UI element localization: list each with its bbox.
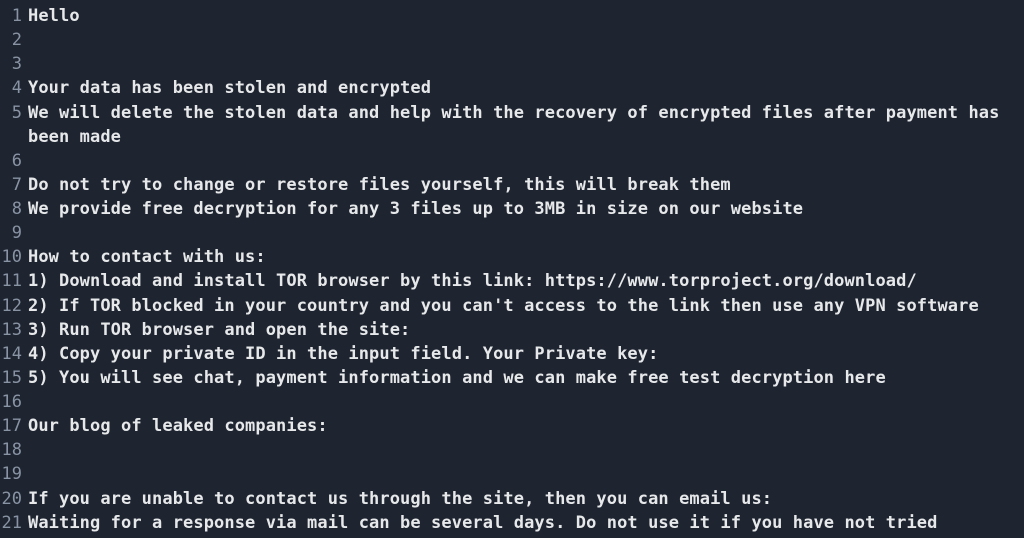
line-text: 5) You will see chat, payment informatio… <box>28 366 1024 390</box>
line-number: 21 <box>0 511 28 535</box>
line-text: We provide free decryption for any 3 fil… <box>28 197 1024 221</box>
editor-line: 20If you are unable to contact us throug… <box>0 487 1024 511</box>
editor-line: 3 <box>0 52 1024 76</box>
line-number: 10 <box>0 245 28 269</box>
line-number: 7 <box>0 173 28 197</box>
line-text: 3) Run TOR browser and open the site: <box>28 318 1024 342</box>
editor-line: 2 <box>0 28 1024 52</box>
editor-line: 17Our blog of leaked companies: <box>0 414 1024 438</box>
editor-line: 133) Run TOR browser and open the site: <box>0 318 1024 342</box>
line-number: 13 <box>0 318 28 342</box>
line-number: 9 <box>0 221 28 245</box>
editor-line: 8We provide free decryption for any 3 fi… <box>0 197 1024 221</box>
line-number: 11 <box>0 269 28 293</box>
editor-line: 6 <box>0 149 1024 173</box>
line-number: 20 <box>0 487 28 511</box>
editor-line: 9 <box>0 221 1024 245</box>
editor-line: 155) You will see chat, payment informat… <box>0 366 1024 390</box>
editor-line: 122) If TOR blocked in your country and … <box>0 294 1024 318</box>
line-text: Do not try to change or restore files yo… <box>28 173 1024 197</box>
editor-line: 16 <box>0 390 1024 414</box>
line-number: 6 <box>0 149 28 173</box>
line-text: If you are unable to contact us through … <box>28 487 1024 511</box>
line-text: How to contact with us: <box>28 245 1024 269</box>
line-text: Hello <box>28 4 1024 28</box>
editor-line: 19 <box>0 462 1024 486</box>
editor-line: 10How to contact with us: <box>0 245 1024 269</box>
line-text: 1) Download and install TOR browser by t… <box>28 269 1024 293</box>
editor-line: 5We will delete the stolen data and help… <box>0 101 1024 149</box>
text-editor: 1Hello234Your data has been stolen and e… <box>0 0 1024 538</box>
editor-line: 1Hello <box>0 4 1024 28</box>
line-text: Your data has been stolen and encrypted <box>28 76 1024 100</box>
line-number: 16 <box>0 390 28 414</box>
line-number: 8 <box>0 197 28 221</box>
line-text: 2) If TOR blocked in your country and yo… <box>28 294 1024 318</box>
editor-line: 18 <box>0 438 1024 462</box>
line-number: 4 <box>0 76 28 100</box>
line-number: 2 <box>0 28 28 52</box>
line-number: 5 <box>0 101 28 125</box>
line-number: 15 <box>0 366 28 390</box>
editor-line: 144) Copy your private ID in the input f… <box>0 342 1024 366</box>
line-text: 4) Copy your private ID in the input fie… <box>28 342 1024 366</box>
line-number: 1 <box>0 4 28 28</box>
line-number: 18 <box>0 438 28 462</box>
line-text: Waiting for a response via mail can be s… <box>28 511 1024 538</box>
line-text: Our blog of leaked companies: <box>28 414 1024 438</box>
line-text: We will delete the stolen data and help … <box>28 101 1024 149</box>
editor-line: 4Your data has been stolen and encrypted <box>0 76 1024 100</box>
line-number: 17 <box>0 414 28 438</box>
line-number: 12 <box>0 294 28 318</box>
line-number: 19 <box>0 462 28 486</box>
editor-line: 21Waiting for a response via mail can be… <box>0 511 1024 538</box>
editor-line: 7Do not try to change or restore files y… <box>0 173 1024 197</box>
line-number: 3 <box>0 52 28 76</box>
editor-line: 111) Download and install TOR browser by… <box>0 269 1024 293</box>
line-number: 14 <box>0 342 28 366</box>
